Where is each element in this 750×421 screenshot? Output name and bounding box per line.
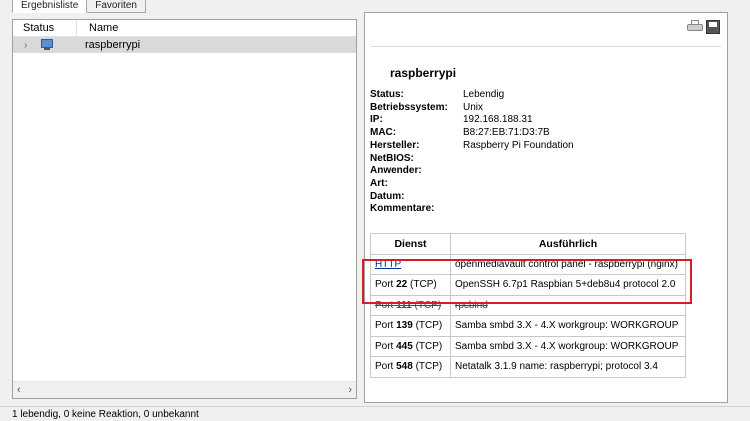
table-row: Port 139 (TCP) Samba smbd 3.X - 4.X work… — [370, 315, 686, 337]
expand-icon[interactable]: › — [13, 40, 29, 51]
tab-ergebnisliste[interactable]: Ergebnisliste — [12, 0, 88, 13]
service-cell: Port 445 (TCP) — [370, 335, 451, 357]
status-bar: 1 lebendig, 0 keine Reaktion, 0 unbekann… — [0, 406, 750, 421]
info-row: Datum: — [370, 190, 405, 202]
info-row: Kommentare: — [370, 203, 435, 215]
column-header-dienst: Dienst — [370, 233, 451, 255]
list-header: Status Name — [13, 20, 356, 37]
save-icon[interactable] — [706, 20, 720, 34]
info-row: NetBIOS: — [370, 152, 414, 164]
column-header-name[interactable]: Name — [77, 20, 118, 36]
info-row: Hersteller: Raspberry Pi Foundation — [370, 139, 574, 151]
info-row: Betriebssystem: Unix — [370, 101, 484, 113]
service-cell: Port 548 (TCP) — [370, 356, 451, 378]
results-list-panel: Status Name › raspberrypi ‹ › — [12, 19, 357, 399]
services-table: Dienst Ausführlich HTTP openmediavault c… — [370, 233, 686, 378]
info-row: IP: 192.168.188.31 — [370, 114, 533, 126]
info-row: MAC: B8:27:EB:71:D3:7B — [370, 127, 550, 139]
detail-cell: Samba smbd 3.X - 4.X workgroup: WORKGROU… — [450, 315, 686, 337]
detail-cell: Netatalk 3.1.9 name: raspberrypi; protoc… — [450, 356, 686, 378]
host-title: raspberrypi — [390, 66, 457, 80]
info-row: Status: Lebendig — [370, 89, 505, 100]
service-cell: Port 139 (TCP) — [370, 315, 451, 337]
info-row: Art: — [370, 177, 388, 189]
host-name: raspberrypi — [85, 39, 141, 51]
divider — [371, 46, 721, 47]
computer-icon — [39, 39, 57, 51]
details-panel: raspberrypi Status: Lebendig Betriebssyst… — [364, 12, 728, 403]
print-icon[interactable] — [687, 20, 703, 34]
host-info: Status: Lebendig Betriebssystem: Unix IP: 1… — [370, 89, 574, 216]
column-header-status[interactable]: Status — [13, 20, 77, 36]
list-item[interactable]: › raspberrypi — [13, 37, 356, 53]
detail-cell: Samba smbd 3.X - 4.X workgroup: WORKGROU… — [450, 335, 686, 357]
horizontal-scrollbar[interactable]: ‹ › — [13, 381, 356, 398]
table-header-row: Dienst Ausführlich — [370, 233, 686, 255]
highlight-box — [362, 259, 692, 304]
info-row: Anwender: — [370, 165, 422, 177]
scroll-right-icon[interactable]: › — [348, 384, 352, 396]
column-header-ausfuehrlich: Ausführlich — [450, 233, 686, 255]
tab-bar: Ergebnisliste Favoriten — [12, 0, 146, 13]
tab-favoriten[interactable]: Favoriten — [86, 0, 146, 13]
table-row: Port 548 (TCP) Netatalk 3.1.9 name: rasp… — [370, 356, 686, 378]
table-row: Port 445 (TCP) Samba smbd 3.X - 4.X work… — [370, 335, 686, 357]
scroll-left-icon[interactable]: ‹ — [17, 384, 21, 396]
